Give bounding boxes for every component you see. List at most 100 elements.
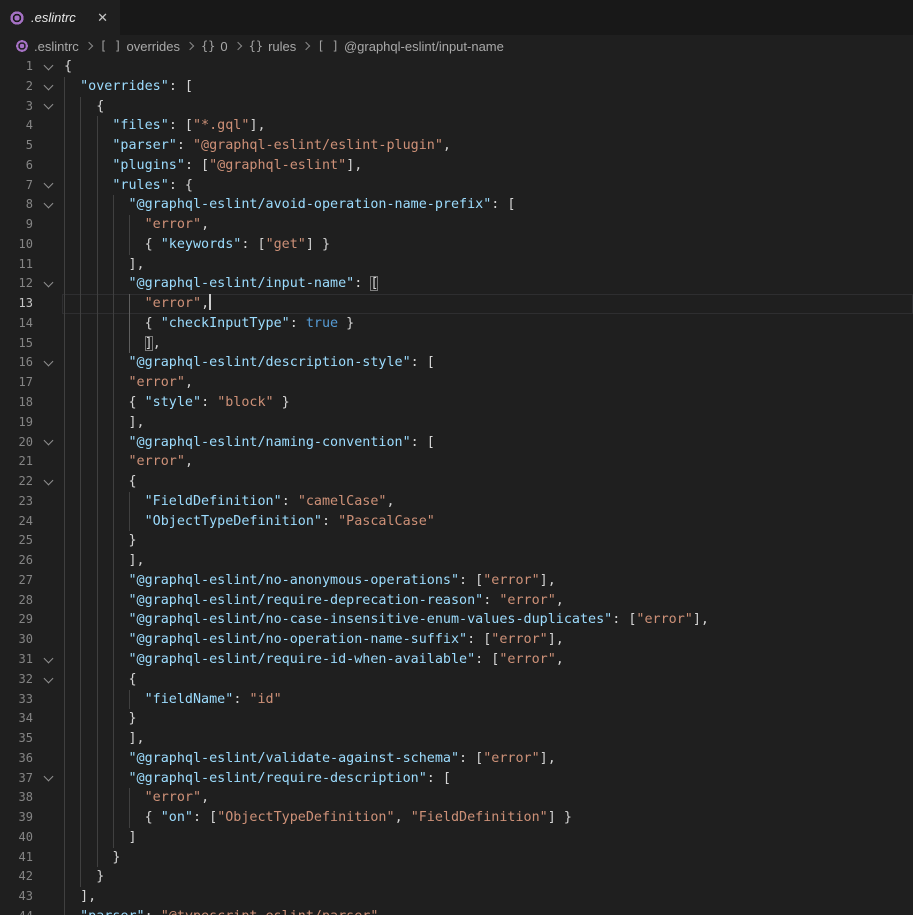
code-line[interactable]: 22 {	[0, 472, 913, 492]
chevron-down-icon[interactable]	[44, 476, 54, 486]
code-editor[interactable]: 1{2 "overrides": [3 {4 "files": ["*.gql"…	[0, 57, 913, 915]
chevron-down-icon[interactable]	[44, 673, 54, 683]
code-line[interactable]: 11 ],	[0, 255, 913, 275]
breadcrumb-item[interactable]: {}0	[201, 39, 228, 54]
code-line[interactable]: 24 "ObjectTypeDefinition": "PascalCase"	[0, 512, 913, 532]
code-line[interactable]: 26 ],	[0, 551, 913, 571]
chevron-down-icon[interactable]	[44, 179, 54, 189]
chevron-down-icon[interactable]	[44, 278, 54, 288]
code-line[interactable]: 39 { "on": ["ObjectTypeDefinition", "Fie…	[0, 808, 913, 828]
code-line[interactable]: 18 { "style": "block" }	[0, 393, 913, 413]
code-line[interactable]: 37 "@graphql-eslint/require-description"…	[0, 769, 913, 789]
chevron-down-icon[interactable]	[44, 199, 54, 209]
code-line[interactable]: 40 ]	[0, 828, 913, 848]
code-token: true	[306, 316, 338, 331]
fold-column	[33, 591, 64, 611]
code-token	[64, 355, 129, 370]
code-line[interactable]: 43 ],	[0, 887, 913, 907]
code-line[interactable]: 4 "files": ["*.gql"],	[0, 116, 913, 136]
code-line[interactable]: 25 }	[0, 531, 913, 551]
line-number: 13	[0, 294, 33, 314]
gutter: 32	[0, 670, 64, 690]
code-line[interactable]: 29 "@graphql-eslint/no-case-insensitive-…	[0, 610, 913, 630]
code-text: "@graphql-eslint/naming-convention": [	[64, 433, 435, 453]
code-line[interactable]: 12 "@graphql-eslint/input-name": [	[0, 274, 913, 294]
code-text: ],	[64, 551, 145, 571]
close-icon[interactable]: ✕	[95, 9, 110, 26]
chevron-down-icon[interactable]	[44, 357, 54, 367]
code-token: ],	[129, 553, 145, 568]
gutter: 28	[0, 591, 64, 611]
code-token: "block"	[217, 395, 273, 410]
code-line[interactable]: 34 }	[0, 709, 913, 729]
code-line[interactable]: 1{	[0, 57, 913, 77]
code-text: "error",	[64, 215, 209, 235]
code-line[interactable]: 21 "error",	[0, 452, 913, 472]
code-line[interactable]: 19 ],	[0, 413, 913, 433]
code-line[interactable]: 16 "@graphql-eslint/description-style": …	[0, 353, 913, 373]
fold-column	[33, 610, 64, 630]
chevron-down-icon[interactable]	[44, 653, 54, 663]
chevron-down-icon[interactable]	[44, 80, 54, 90]
code-token: {	[145, 316, 161, 331]
code-line[interactable]: 23 "FieldDefinition": "camelCase",	[0, 492, 913, 512]
code-line[interactable]: 9 "error",	[0, 215, 913, 235]
code-line[interactable]: 8 "@graphql-eslint/avoid-operation-name-…	[0, 195, 913, 215]
code-line[interactable]: 38 "error",	[0, 788, 913, 808]
code-text: "@graphql-eslint/validate-against-schema…	[64, 749, 556, 769]
code-line[interactable]: 6 "plugins": ["@graphql-eslint"],	[0, 156, 913, 176]
code-token	[64, 711, 129, 726]
code-line[interactable]: 10 { "keywords": ["get"] }	[0, 235, 913, 255]
code-line[interactable]: 14 { "checkInputType": true }	[0, 314, 913, 334]
code-line[interactable]: 35 ],	[0, 729, 913, 749]
code-token: ,	[387, 494, 395, 509]
gutter: 4	[0, 116, 64, 136]
code-line[interactable]: 27 "@graphql-eslint/no-anonymous-operati…	[0, 571, 913, 591]
code-line[interactable]: 41 }	[0, 848, 913, 868]
breadcrumb-item[interactable]: [ ]overrides	[100, 39, 180, 54]
chevron-down-icon[interactable]	[44, 436, 54, 446]
code-token: ,	[153, 336, 161, 351]
code-line[interactable]: 3 {	[0, 97, 913, 117]
code-line[interactable]: 13 "error",	[0, 294, 913, 314]
line-number: 30	[0, 630, 33, 650]
code-line[interactable]: 36 "@graphql-eslint/validate-against-sch…	[0, 749, 913, 769]
code-line[interactable]: 7 "rules": {	[0, 176, 913, 196]
code-line[interactable]: 44 "parser": "@typescript-eslint/parser"…	[0, 907, 913, 915]
gutter: 10	[0, 235, 64, 255]
code-text: {	[64, 57, 72, 77]
breadcrumb-item[interactable]: {}rules	[249, 39, 297, 54]
code-token: :	[483, 593, 499, 608]
code-line[interactable]: 31 "@graphql-eslint/require-id-when-avai…	[0, 650, 913, 670]
code-token: "@graphql-eslint/validate-against-schema…	[129, 751, 460, 766]
chevron-down-icon[interactable]	[44, 60, 54, 70]
gutter: 27	[0, 571, 64, 591]
code-token: :	[354, 276, 370, 291]
fold-column	[33, 235, 64, 255]
gutter: 34	[0, 709, 64, 729]
code-line[interactable]: 17 "error",	[0, 373, 913, 393]
code-text: { "checkInputType": true }	[64, 314, 354, 334]
code-token	[64, 276, 129, 291]
chevron-down-icon[interactable]	[44, 100, 54, 110]
fold-column	[33, 413, 64, 433]
gutter: 43	[0, 887, 64, 907]
code-line[interactable]: 20 "@graphql-eslint/naming-convention": …	[0, 433, 913, 453]
code-line[interactable]: 2 "overrides": [	[0, 77, 913, 97]
breadcrumb-item[interactable]: [ ]@graphql-eslint/input-name	[317, 39, 504, 54]
code-line[interactable]: 5 "parser": "@graphql-eslint/eslint-plug…	[0, 136, 913, 156]
code-line[interactable]: 30 "@graphql-eslint/no-operation-name-su…	[0, 630, 913, 650]
code-line[interactable]: 42 }	[0, 867, 913, 887]
code-token: ],	[540, 573, 556, 588]
code-line[interactable]: 28 "@graphql-eslint/require-deprecation-…	[0, 591, 913, 611]
code-text: "@graphql-eslint/avoid-operation-name-pr…	[64, 195, 515, 215]
code-line[interactable]: 33 "fieldName": "id"	[0, 690, 913, 710]
code-token: ,	[201, 790, 209, 805]
chevron-down-icon[interactable]	[44, 772, 54, 782]
tab-eslintrc[interactable]: .eslintrc ✕	[0, 0, 120, 35]
fold-column	[33, 116, 64, 136]
code-line[interactable]: 32 {	[0, 670, 913, 690]
breadcrumb-item[interactable]: .eslintrc	[16, 39, 79, 54]
code-line[interactable]: 15 ],	[0, 334, 913, 354]
code-token: }	[338, 316, 354, 331]
